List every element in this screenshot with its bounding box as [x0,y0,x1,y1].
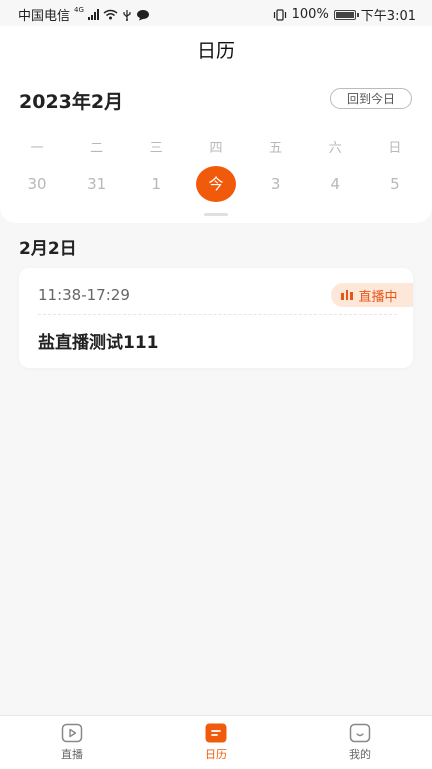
date-cell[interactable]: 31 [77,166,117,202]
date-cell[interactable]: 3 [256,166,296,202]
battery-percent: 100% [291,7,329,22]
usb-icon [123,9,131,21]
battery-icon [333,9,359,20]
event-divider [38,314,397,315]
bottom-nav: 直播 日历 我的 [0,715,432,769]
nav-item-profile[interactable]: 我的 [288,716,432,769]
nav-label: 日历 [205,748,227,761]
weekday-label: 四 [209,141,223,156]
date-cell[interactable]: 1 [136,166,176,202]
status-left: 中国电信 4G [18,5,150,24]
message-icon [136,9,149,20]
status-bar: 中国电信 4G 100% 下午3:01 [0,0,432,26]
calendar-icon [205,723,227,743]
event-card[interactable]: 11:38-17:29 直播中 盐直播测试111 [19,268,413,368]
weekday-row: 一 二 三 四 五 六 日 [17,137,415,156]
event-title: 盐直播测试111 [38,333,159,353]
vibrate-icon [273,8,286,21]
date-cell[interactable]: 30 [17,166,57,202]
weekday-label: 日 [388,141,402,156]
date-row: 30 31 1 今 3 4 5 [17,166,415,202]
weekday-label: 一 [30,141,44,156]
profile-icon [349,723,371,743]
weekday-label: 二 [90,141,104,156]
date-cell[interactable]: 4 [315,166,355,202]
app-header: 日历 [0,26,432,74]
page-title: 日历 [196,40,235,62]
network-type: 4G [74,5,84,14]
weekday-label: 六 [328,141,342,156]
clock: 下午3:01 [360,9,416,24]
date-cell-today[interactable]: 今 [195,166,236,202]
live-bars-icon [341,290,353,300]
selected-date-heading: 2月2日 [19,239,77,259]
date-cell[interactable]: 5 [375,166,415,202]
signal-icon [87,9,99,20]
month-label: 2023年2月 [19,91,124,113]
expand-handle[interactable] [204,213,228,216]
nav-item-live[interactable]: 直播 [0,716,144,769]
calendar-card: 2023年2月 回到今日 一 二 三 四 五 六 日 30 31 1 今 3 4… [0,73,432,223]
weekday-label: 三 [149,141,163,156]
nav-item-calendar[interactable]: 日历 [144,716,288,769]
nav-label: 我的 [349,748,371,761]
weekday-label: 五 [269,141,283,156]
wifi-icon [103,9,118,20]
live-status-badge: 直播中 [331,283,413,307]
status-right: 100% 下午3:01 [273,5,416,24]
live-play-icon [61,723,83,743]
back-to-today-button[interactable]: 回到今日 [330,88,412,109]
carrier-label: 中国电信 [18,9,71,24]
live-status-label: 直播中 [358,289,398,305]
nav-label: 直播 [61,748,83,761]
event-time: 11:38-17:29 [38,286,130,304]
